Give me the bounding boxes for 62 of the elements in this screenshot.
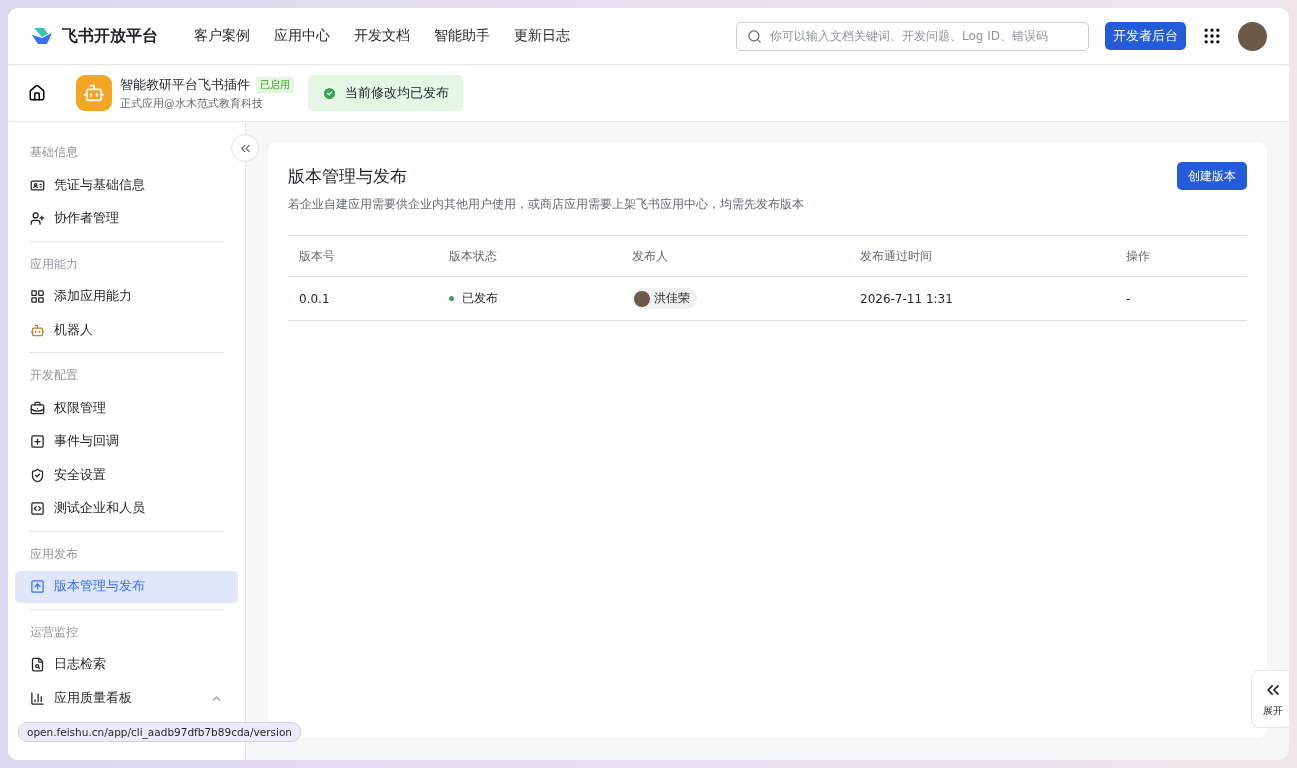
column-header: 发布通过时间: [860, 247, 933, 265]
id-card-icon: [30, 177, 45, 193]
page-description: 若企业自建应用需要供企业内其他用户使用，或商店应用需要上架飞书应用中心，均需先发布版本: [288, 196, 804, 213]
upload-square-icon: [30, 579, 45, 595]
sidebar-item[interactable]: 版本管理与发布: [15, 570, 238, 603]
app-name: 智能教研平台飞书插件: [120, 75, 250, 94]
group-title: 开发配置: [29, 367, 79, 385]
logo-icon: [30, 26, 54, 46]
nav-link[interactable]: 客户案例: [194, 27, 250, 45]
sidebar-item[interactable]: 权限管理: [15, 392, 238, 425]
nav-link[interactable]: 应用中心: [274, 27, 330, 45]
column-header: 操作: [1126, 247, 1151, 265]
nav-link[interactable]: 开发文档: [354, 27, 410, 45]
column-header: 版本状态: [449, 247, 498, 265]
table-cell-text: 2026-7-11 1:31: [860, 291, 954, 306]
sidebar-item[interactable]: 应用质量看板: [15, 682, 238, 715]
robot-icon: [30, 322, 45, 338]
file-search-icon: [30, 657, 45, 673]
status-cell: 已发布: [449, 290, 632, 307]
check-icon: [322, 85, 337, 101]
column-header: 版本号: [299, 247, 336, 265]
console-button[interactable]: 开发者后台: [1105, 22, 1186, 50]
create-version-button[interactable]: 创建版本: [1177, 162, 1247, 190]
app-icon: [76, 75, 112, 111]
code-square-icon: [30, 501, 45, 517]
home-icon[interactable]: [28, 84, 46, 102]
column-header: 发布人: [632, 247, 669, 265]
sidebar-item[interactable]: 凭证与基础信息: [15, 169, 238, 201]
status-badge: 已启用: [256, 76, 294, 93]
sidebar-item[interactable]: 测试企业和人员: [15, 492, 238, 525]
apps-grid-icon[interactable]: [1202, 26, 1222, 46]
bar-chart-icon: [30, 691, 45, 707]
sidebar-item[interactable]: 协作者管理: [15, 202, 238, 235]
expand-button[interactable]: 展开: [1251, 670, 1289, 728]
avatar: [634, 290, 650, 307]
publish-notice: 当前修改均已发布: [308, 75, 463, 111]
sidebar-item[interactable]: 事件与回调: [15, 425, 238, 458]
square-plus-icon: [30, 434, 45, 450]
sidebar-item[interactable]: 机器人: [15, 314, 238, 347]
table-cell-text: 0.0.1: [299, 291, 331, 306]
sidebar-item[interactable]: 添加应用能力: [15, 280, 238, 313]
shield-check-icon: [30, 467, 45, 483]
nav-link[interactable]: 更新日志: [514, 27, 570, 45]
avatar[interactable]: [1238, 21, 1267, 51]
page-title: 版本管理与发布: [288, 165, 408, 188]
table-cell-text: -: [1126, 291, 1132, 306]
publisher-tag: 洪佳荣: [632, 288, 697, 309]
group-title: 应用发布: [29, 545, 79, 563]
app-owner: 正式应用@水木范式教育科技: [120, 96, 264, 111]
search-field[interactable]: 你可以输入文档关键词、开发问题、Log ID、错误码: [736, 21, 1089, 51]
group-title: 基础信息: [29, 144, 79, 161]
link-url-tooltip: open.feishu.cn/app/cli_aadb97dfb7b89cda/version: [18, 722, 302, 742]
search-icon: [747, 28, 762, 44]
sidebar-item[interactable]: 日志检索: [15, 648, 238, 681]
user-plus-icon: [30, 211, 45, 227]
nav-link[interactable]: 智能助手: [434, 27, 490, 45]
briefcase-icon: [30, 400, 45, 416]
group-title: 运营监控: [29, 623, 79, 641]
brand-name: 飞书开放平台: [62, 25, 158, 47]
sidebar-item[interactable]: 安全设置: [15, 459, 238, 492]
group-title: 应用能力: [29, 255, 79, 273]
grid-icon: [30, 289, 45, 305]
